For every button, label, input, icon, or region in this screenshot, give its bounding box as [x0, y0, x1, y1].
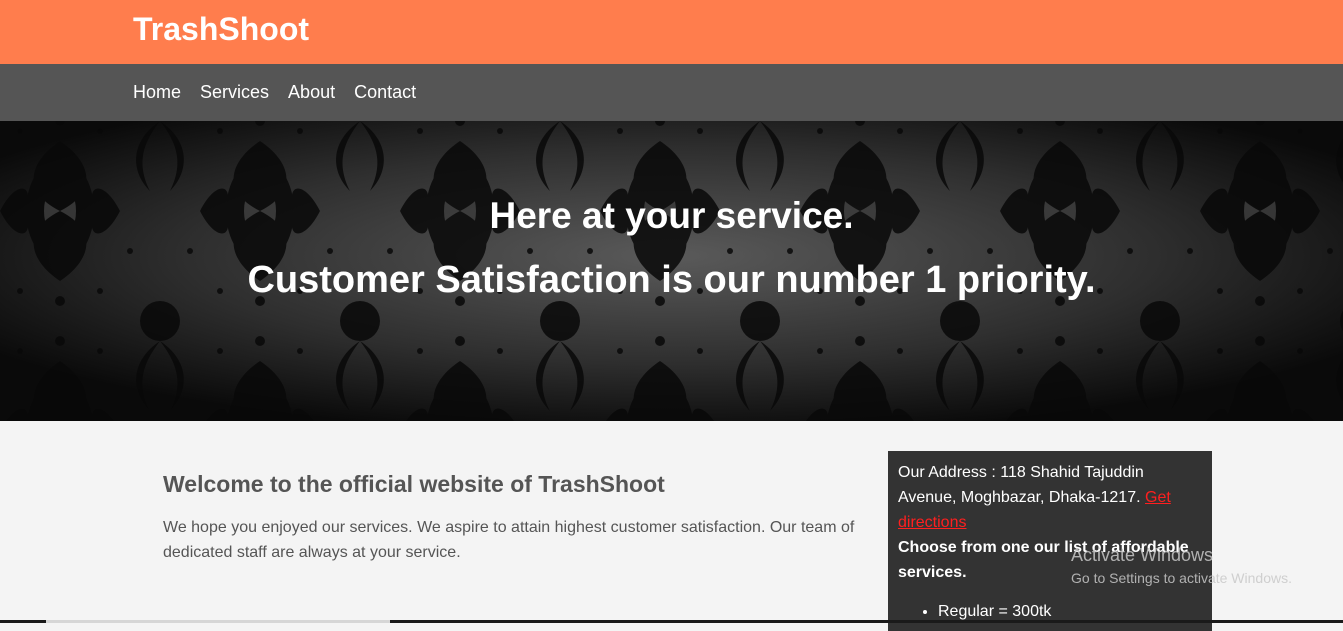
nav-contact-link[interactable]: Contact — [354, 81, 416, 103]
nav-services-link[interactable]: Services — [200, 81, 269, 103]
activate-windows-watermark: Activate Windows Go to Settings to activ… — [1071, 544, 1292, 590]
nav-about-link[interactable]: About — [288, 81, 335, 103]
hero-subtagline: Customer Satisfaction is our number 1 pr… — [247, 259, 1096, 301]
nav-links: Home Services About Contact — [133, 81, 416, 103]
welcome-title: Welcome to the official website of Trash… — [163, 471, 665, 497]
main-content: Welcome to the official website of Trash… — [0, 421, 1343, 631]
nav-home-link[interactable]: Home — [133, 81, 181, 103]
address-text: Our Address : 118 Shahid Tajuddin Avenue… — [898, 464, 1144, 506]
welcome-body: We hope you enjoyed our services. We asp… — [163, 519, 855, 561]
hero-tagline: Here at your service. — [489, 195, 854, 236]
watermark-title: Activate Windows — [1071, 545, 1214, 565]
hero-banner: Here at your service. Customer Satisfact… — [0, 121, 1343, 421]
address-paragraph: Our Address : 118 Shahid Tajuddin Avenue… — [898, 460, 1202, 535]
site-brand[interactable]: TrashShoot — [133, 10, 309, 48]
watermark-subtitle: Go to Settings to activate Windows. — [1071, 570, 1292, 586]
main-nav: Home Services About Contact — [0, 64, 1343, 121]
address-sidebar: Our Address : 118 Shahid Tajuddin Avenue… — [888, 451, 1212, 631]
site-header: TrashShoot — [0, 0, 1343, 64]
